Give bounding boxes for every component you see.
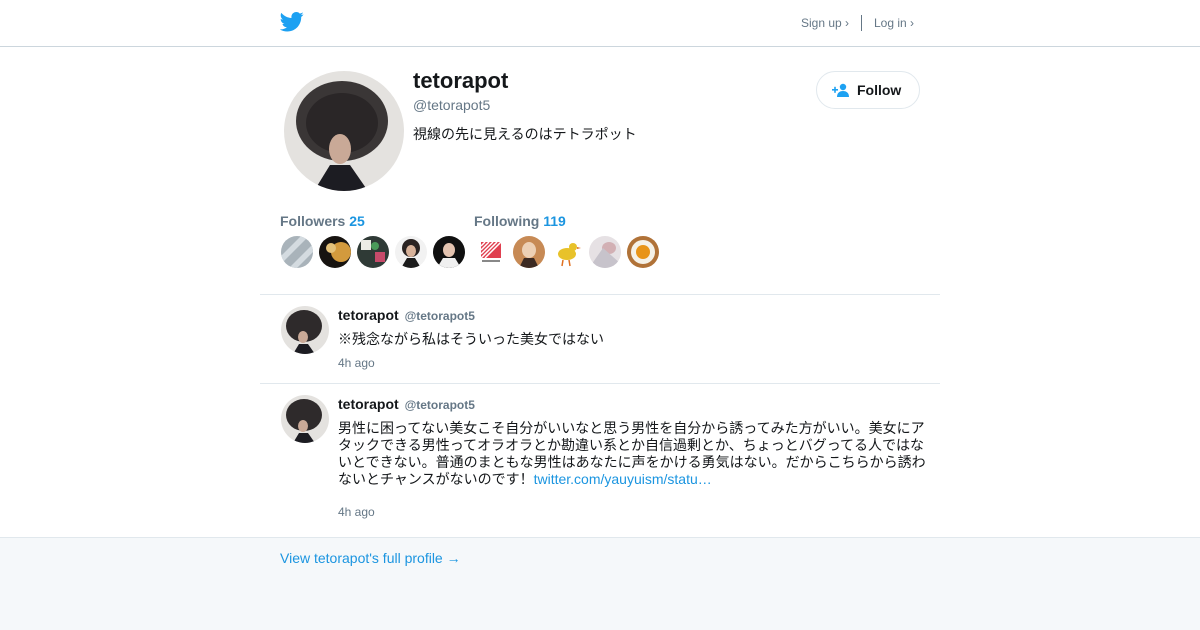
follower-avatar[interactable] xyxy=(281,236,313,268)
tweet-divider xyxy=(260,383,940,384)
profile-avatar[interactable] xyxy=(284,71,404,191)
tweet-author[interactable]: tetorapot @tetorapot5 xyxy=(338,396,475,412)
following-avatar[interactable] xyxy=(627,236,659,268)
following-avatar[interactable] xyxy=(513,236,545,268)
following-stat[interactable]: Following 119 xyxy=(474,213,566,229)
tweet-author-name: tetorapot xyxy=(338,396,399,412)
tweet-author-handle: @tetorapot5 xyxy=(404,309,475,323)
following-count: 119 xyxy=(543,213,566,229)
sign-up-link[interactable]: Sign up › xyxy=(801,16,849,30)
follower-avatar[interactable] xyxy=(319,236,351,268)
follow-button[interactable]: Follow xyxy=(816,71,920,109)
following-label: Following xyxy=(474,213,540,229)
profile-handle: @tetorapot5 xyxy=(413,97,491,113)
tweet-link[interactable]: twitter.com/yauyuism/statu… xyxy=(534,471,712,487)
followers-label: Followers xyxy=(280,213,346,229)
follower-avatar[interactable] xyxy=(395,236,427,268)
follow-button-label: Follow xyxy=(857,82,902,98)
twitter-bird-icon[interactable] xyxy=(280,11,304,33)
tweet-author-name: tetorapot xyxy=(338,307,399,323)
profile-bio: 視線の先に見えるのはテトラポット xyxy=(413,126,637,142)
tweet-avatar[interactable] xyxy=(281,306,329,354)
tweet-author-handle: @tetorapot5 xyxy=(404,398,475,412)
nav-divider xyxy=(861,15,862,31)
profile-name: tetorapot xyxy=(413,68,509,93)
tweet-author[interactable]: tetorapot @tetorapot5 xyxy=(338,307,475,323)
tweet-avatar[interactable] xyxy=(281,395,329,443)
top-bar: Sign up › Log in › xyxy=(0,0,1200,47)
following-avatar[interactable] xyxy=(475,236,507,268)
follower-avatar[interactable] xyxy=(357,236,389,268)
tweet-text: ※残念ながら私はそういった美女ではない xyxy=(338,331,604,347)
section-divider xyxy=(260,294,940,295)
followers-stat[interactable]: Followers 25 xyxy=(280,213,365,229)
tweet-timestamp[interactable]: 4h ago xyxy=(338,505,375,519)
following-avatar[interactable] xyxy=(589,236,621,268)
log-in-link[interactable]: Log in › xyxy=(874,16,914,30)
tweet-timestamp[interactable]: 4h ago xyxy=(338,356,375,370)
followers-count: 25 xyxy=(349,213,365,229)
full-profile-link[interactable]: View tetorapot's full profile → xyxy=(280,550,461,566)
following-avatar[interactable] xyxy=(551,236,583,268)
tweet-text: 男性に困ってない美女こそ自分がいいなと思う男性を自分から誘ってみた方がいい。美女… xyxy=(338,420,928,488)
follower-avatar[interactable] xyxy=(433,236,465,268)
add-person-icon xyxy=(832,83,849,97)
